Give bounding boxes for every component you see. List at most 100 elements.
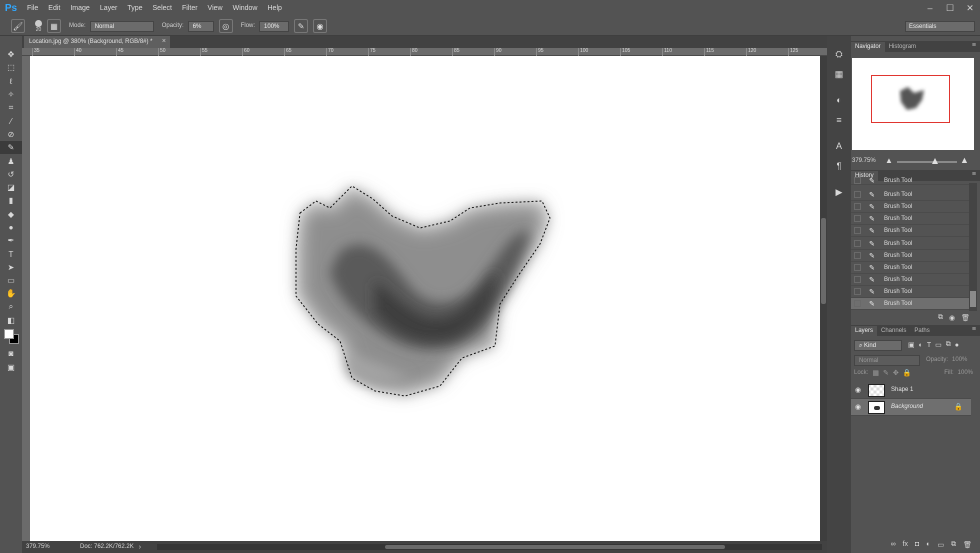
filter-shape-icon[interactable]: ▭ <box>935 341 942 349</box>
history-snapshot-checkbox[interactable] <box>854 191 861 199</box>
screen-mode-icon[interactable]: ▣ <box>0 361 22 374</box>
filter-adjustment-icon[interactable]: ◐ <box>919 342 923 349</box>
swatches-panel-icon[interactable]: ▦ <box>827 64 851 84</box>
type-tool-icon[interactable]: T <box>0 247 22 260</box>
horizontal-scroll-thumb[interactable] <box>385 545 725 549</box>
marquee-tool-icon[interactable]: ⬚ <box>0 61 22 74</box>
menu-image[interactable]: Image <box>65 0 94 17</box>
airbrush-icon[interactable]: ✎ <box>294 19 309 33</box>
workspace-select[interactable]: Essentials <box>905 21 975 32</box>
color-swatches[interactable] <box>0 327 22 347</box>
menu-edit[interactable]: Edit <box>43 0 65 17</box>
menu-help[interactable]: Help <box>263 0 287 17</box>
menu-file[interactable]: File <box>22 0 43 17</box>
eraser-tool-icon[interactable]: ◪ <box>0 181 22 194</box>
tab-navigator[interactable]: Navigator <box>851 42 885 52</box>
navigator-zoom-value[interactable]: 379.75% <box>852 158 876 164</box>
snapshot-camera-icon[interactable]: ◉ <box>949 314 955 322</box>
maximize-button[interactable]: ☐ <box>940 0 960 17</box>
visibility-eye-icon[interactable]: ◉ <box>851 386 865 394</box>
delete-layer-icon[interactable]: 🗑 <box>963 541 972 549</box>
add-mask-icon[interactable]: ◘ <box>915 541 919 548</box>
history-item[interactable]: ✎ Brush Tool <box>851 238 969 251</box>
tab-channels[interactable]: Channels <box>877 326 910 336</box>
navigator-view-box[interactable] <box>871 75 950 123</box>
history-scroll-thumb[interactable] <box>970 291 976 307</box>
document-canvas[interactable] <box>30 56 820 541</box>
pressure-size-icon[interactable]: ◉ <box>313 19 328 33</box>
hand-tool-icon[interactable]: ✋ <box>0 287 22 300</box>
properties-panel-icon[interactable]: ≡ <box>827 110 851 130</box>
filter-pixel-icon[interactable]: ▣ <box>908 341 915 349</box>
history-menu-icon[interactable]: ≡ <box>972 171 976 178</box>
history-item[interactable]: ✎ Brush Tool <box>851 189 969 202</box>
lasso-tool-icon[interactable]: ℓ <box>0 75 22 88</box>
move-tool-icon[interactable]: ✥ <box>0 48 22 61</box>
color-panel-icon[interactable]: ⛭ <box>827 44 851 64</box>
close-tab-icon[interactable]: × <box>162 36 166 48</box>
adjustments-panel-icon[interactable]: ◐ <box>827 90 851 110</box>
history-item[interactable]: ✎ Brush Tool <box>851 213 969 226</box>
pressure-opacity-icon[interactable]: ◎ <box>218 19 233 33</box>
default-colors-icon[interactable]: ◧ <box>0 314 22 327</box>
history-snapshot-checkbox[interactable] <box>854 227 861 235</box>
history-snapshot-checkbox[interactable] <box>854 252 861 260</box>
lock-all-icon[interactable]: 🔒 <box>903 369 912 377</box>
mode-select[interactable]: Normal <box>89 20 154 32</box>
visibility-eye-icon[interactable]: ◉ <box>851 403 865 411</box>
quick-mask-icon[interactable]: ◙ <box>0 347 22 360</box>
layer-opacity-value[interactable]: 100% <box>952 357 967 363</box>
history-snapshot-checkbox[interactable] <box>854 215 861 223</box>
zoom-level[interactable]: 379.75% <box>26 544 74 550</box>
layer-style-icon[interactable]: fx <box>903 541 908 548</box>
layer-name[interactable]: Shape 1 <box>891 387 913 393</box>
crop-tool-icon[interactable]: ⌗ <box>0 101 22 114</box>
history-snapshot-checkbox[interactable] <box>854 264 861 272</box>
brush-tool-icon[interactable]: ✎ <box>0 141 22 155</box>
lock-transparent-icon[interactable]: ▦ <box>872 369 879 377</box>
layer-row-shape-1[interactable]: ◉ Shape 1 <box>851 382 971 399</box>
history-snapshot-checkbox[interactable] <box>854 177 861 184</box>
close-button[interactable]: ✕ <box>960 0 980 17</box>
zoom-tool-icon[interactable]: ⌕ <box>0 301 22 314</box>
history-item[interactable]: ✎ Brush Tool <box>851 286 969 299</box>
lock-position-icon[interactable]: ✥ <box>893 369 899 377</box>
zoom-in-icon[interactable]: ▲ <box>960 155 969 165</box>
history-item[interactable]: ✎ Brush Tool <box>851 225 969 238</box>
history-item[interactable]: ✎ Brush Tool <box>851 250 969 263</box>
navigator-slider-thumb[interactable] <box>932 158 938 164</box>
history-brush-tool-icon[interactable]: ↺ <box>0 168 22 181</box>
dodge-tool-icon[interactable]: ● <box>0 221 22 234</box>
layer-row-background[interactable]: ◉ Background 🔒 <box>851 399 971 416</box>
document-tab[interactable]: Location.jpg @ 380% (Background, RGB/8#)… <box>24 36 170 48</box>
magic-wand-tool-icon[interactable]: ✧ <box>0 88 22 101</box>
menu-window[interactable]: Window <box>228 0 263 17</box>
pen-tool-icon[interactable]: ✒ <box>0 234 22 247</box>
healing-brush-tool-icon[interactable]: ⊘ <box>0 128 22 141</box>
brush-tool-preset-icon[interactable]: 🖌 <box>11 19 25 33</box>
history-snapshot-checkbox[interactable] <box>854 288 861 296</box>
history-snapshot-checkbox[interactable] <box>854 240 861 248</box>
foreground-color-swatch[interactable] <box>4 329 14 340</box>
flow-field[interactable]: 100% <box>259 20 290 32</box>
menu-select[interactable]: Select <box>148 0 177 17</box>
layer-name[interactable]: Background <box>891 404 923 410</box>
history-snapshot-checkbox[interactable] <box>854 203 861 211</box>
navigator-zoom-slider[interactable] <box>897 161 957 163</box>
path-selection-tool-icon[interactable]: ➤ <box>0 261 22 274</box>
menu-filter[interactable]: Filter <box>177 0 203 17</box>
new-adjustment-layer-icon[interactable]: ◐ <box>926 541 930 548</box>
brush-panel-icon[interactable]: ▦ <box>47 19 61 33</box>
tab-histogram[interactable]: Histogram <box>885 42 920 52</box>
history-item[interactable]: ✎ Brush Tool <box>851 177 969 185</box>
filter-smart-object-icon[interactable]: ⧉ <box>946 341 951 349</box>
history-item[interactable]: ✎ Brush Tool <box>851 262 969 275</box>
status-menu-arrow-icon[interactable]: › <box>139 544 141 551</box>
zoom-out-icon[interactable]: ▲ <box>885 156 893 165</box>
menu-type[interactable]: Type <box>122 0 147 17</box>
menu-layer[interactable]: Layer <box>95 0 123 17</box>
history-item[interactable]: ✎ Brush Tool <box>851 274 969 287</box>
brush-size-picker[interactable]: 20 <box>35 19 42 33</box>
minimize-button[interactable]: – <box>920 0 940 17</box>
tab-paths[interactable]: Paths <box>910 326 933 336</box>
